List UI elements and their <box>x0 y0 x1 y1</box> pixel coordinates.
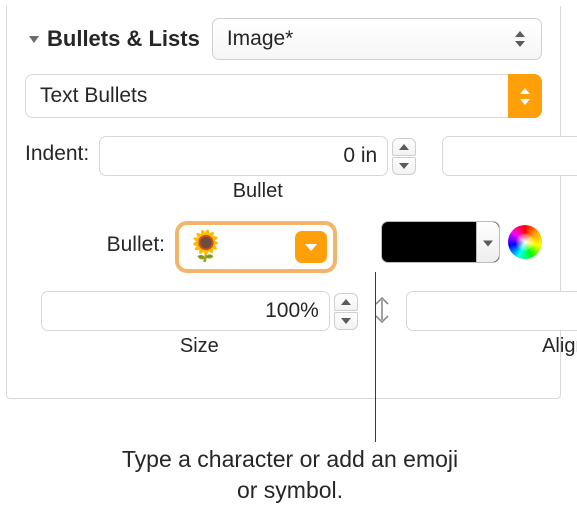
text-indent-sublabel: Text <box>442 180 577 203</box>
color-wheel-button[interactable] <box>508 225 542 259</box>
bullet-character-menu-button[interactable] <box>295 231 327 263</box>
section-title: Bullets & Lists <box>47 26 200 52</box>
bullet-row: Bullet: 🌻 <box>25 221 542 273</box>
chevron-down-icon <box>482 231 494 254</box>
bullet-type-row: Text Bullets <box>25 74 542 118</box>
bullet-indent-stepper[interactable] <box>392 138 416 175</box>
bullet-color-group <box>381 221 543 273</box>
bullet-label: Bullet: <box>25 221 175 257</box>
bullet-align-input[interactable] <box>406 291 577 331</box>
stepper-down-icon[interactable] <box>334 312 358 330</box>
bullet-align-sublabel: Align <box>406 335 577 358</box>
bullet-size-stepper[interactable] <box>334 293 358 330</box>
bullet-character-group: 🌻 <box>175 221 337 273</box>
stepper-up-icon[interactable] <box>392 138 416 156</box>
bullet-color-well[interactable] <box>381 221 501 263</box>
indent-label: Indent: <box>25 136 99 166</box>
bullet-type-popup[interactable]: Text Bullets <box>25 74 542 118</box>
text-indent-input[interactable] <box>442 136 577 176</box>
stepper-down-icon[interactable] <box>392 157 416 175</box>
bullet-indent-sublabel: Bullet <box>99 180 416 203</box>
callout-text: Type a character or add an emoji or symb… <box>110 444 470 506</box>
bullet-type-stepper[interactable] <box>508 74 542 118</box>
list-style-popup[interactable]: Image* <box>212 18 542 60</box>
bullet-size-input[interactable] <box>41 291 330 331</box>
size-align-row: . Size <box>25 291 542 358</box>
bullet-size-group: Size <box>41 291 358 358</box>
bullet-size-sublabel: Size <box>41 335 358 358</box>
bullet-character-field[interactable]: 🌻 <box>175 221 337 273</box>
chevron-up-down-icon <box>511 31 529 47</box>
section-header: Bullets & Lists Image* <box>25 18 542 60</box>
callout-leader-line <box>375 272 376 442</box>
bullet-character-value: 🌻 <box>187 232 224 262</box>
bullet-indent-group: Bullet <box>99 136 416 203</box>
bullet-align-group: Align <box>406 291 577 358</box>
scale-with-text-toggle[interactable] <box>368 297 396 323</box>
stepper-up-icon[interactable] <box>334 293 358 311</box>
text-indent-group: Text <box>442 136 577 203</box>
disclosure-triangle-icon[interactable] <box>25 30 43 48</box>
bullet-indent-input[interactable] <box>99 136 388 176</box>
indent-row: Indent: Bullet <box>25 136 542 203</box>
bullets-lists-panel: Bullets & Lists Image* Text Bullets Inde… <box>6 6 561 399</box>
bullet-type-value: Text Bullets <box>40 84 147 108</box>
list-style-value: Image* <box>227 27 294 51</box>
